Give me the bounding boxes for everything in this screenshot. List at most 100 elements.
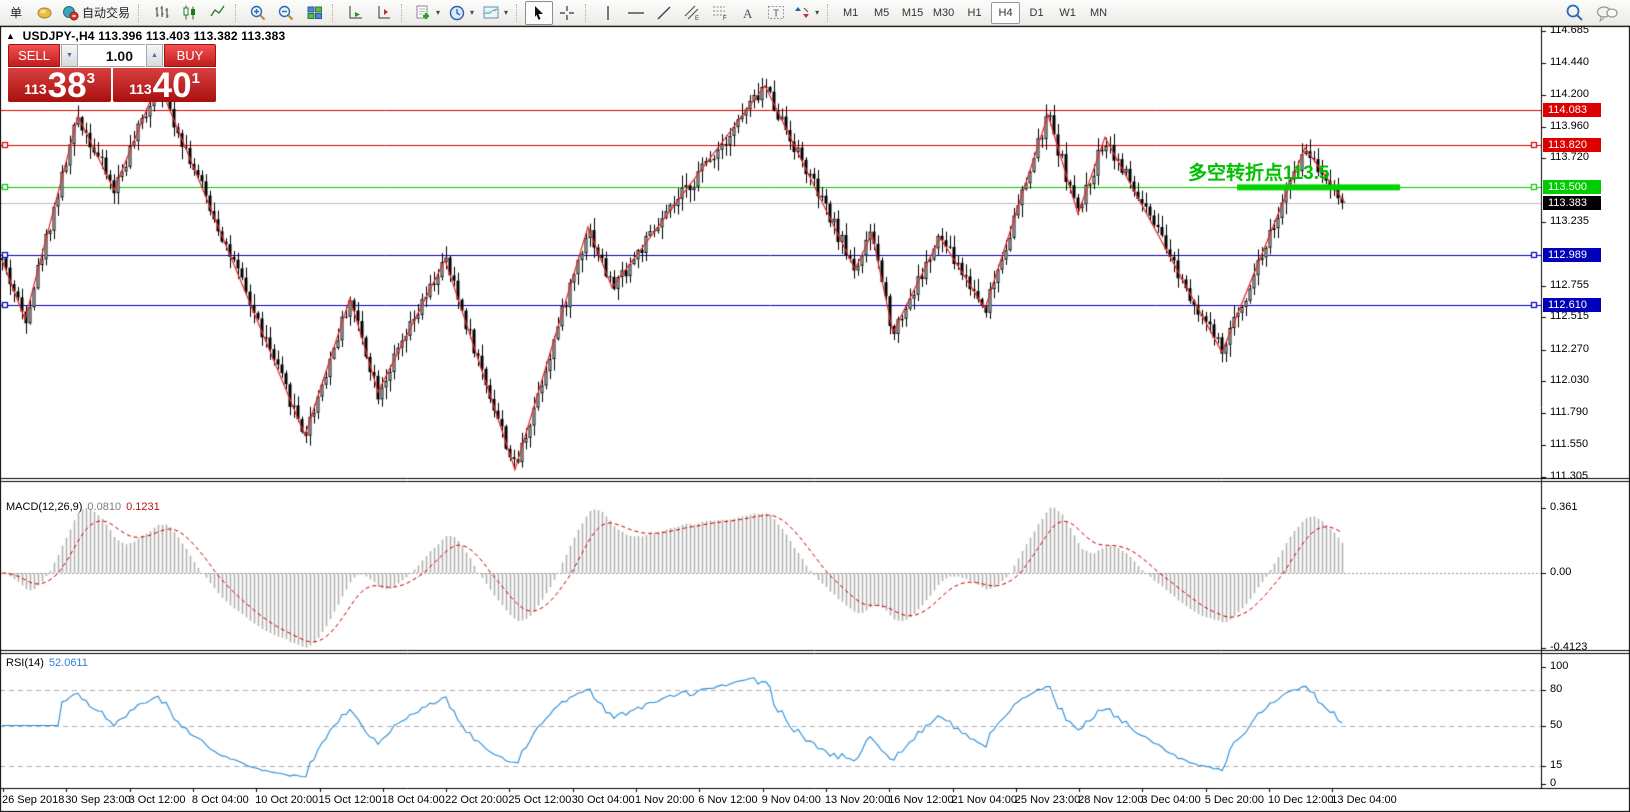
macd-hist-value: 0.0810 [87, 501, 121, 513]
svg-text:T: T [773, 9, 779, 20]
chart-annotation-text[interactable]: 多空转折点113.5 [1188, 158, 1330, 185]
svg-text:E: E [695, 16, 699, 21]
price-tick-label: 113.960 [1550, 120, 1589, 132]
new-order-button[interactable]: 单 [2, 1, 30, 25]
quote-high: 113.403 [146, 29, 190, 43]
fibonacci-tool-button[interactable]: F [706, 1, 734, 25]
time-tick-label: 9 Nov 04:00 [762, 794, 821, 806]
rsi-tick-label: 80 [1550, 683, 1562, 695]
indicators-button[interactable]: ▾ [410, 1, 444, 25]
candlestick-icon [181, 4, 198, 21]
price-tick-label: 112.755 [1550, 279, 1589, 291]
timeframe-button-h1[interactable]: H1 [960, 2, 989, 24]
timeframe-button-m30[interactable]: M30 [929, 2, 958, 24]
timeframe-button-m5[interactable]: M5 [867, 2, 896, 24]
time-tick-label: 18 Oct 04:00 [382, 794, 445, 806]
macd-tick-label: 0.00 [1550, 566, 1571, 578]
macd-signal-value: 0.1231 [126, 501, 160, 513]
buy-price-prefix: 113 [129, 81, 152, 97]
timeframe-toolbar: M1M5M15M30H1H4D1W1MN [836, 2, 1113, 24]
buy-price-big: 40 [153, 71, 192, 100]
time-tick-label: 3 Dec 04:00 [1141, 794, 1200, 806]
text-tool-button[interactable]: A [734, 1, 762, 25]
timeframe-button-m15[interactable]: M15 [898, 2, 927, 24]
buy-button[interactable]: BUY [164, 44, 216, 67]
toolbar-separator [138, 4, 143, 22]
rsi-tick-label: 0 [1550, 777, 1556, 789]
svg-text:F: F [723, 16, 727, 21]
time-tick-label: 25 Nov 23:00 [1015, 794, 1080, 806]
zoom-out-button[interactable] [272, 1, 300, 25]
time-tick-label: 15 Oct 12:00 [319, 794, 382, 806]
chart-shift-button[interactable] [369, 1, 397, 25]
toolbar-separator [235, 4, 240, 22]
metaquotes-icon[interactable] [30, 1, 58, 25]
timeframe-button-d1[interactable]: D1 [1022, 2, 1051, 24]
search-icon[interactable] [1565, 3, 1584, 22]
template-icon [482, 4, 500, 22]
bar-chart-icon [153, 4, 170, 21]
time-tick-label: 28 Nov 12:00 [1078, 794, 1143, 806]
price-tag-114.083[interactable]: 114.083 [1543, 103, 1601, 117]
zoom-in-icon [249, 4, 267, 22]
channel-tool-button[interactable]: E [678, 1, 706, 25]
sell-price-display[interactable]: 113 38 3 [8, 68, 111, 102]
volume-down-button[interactable]: ▼ [61, 44, 78, 67]
new-order-label: 单 [10, 4, 22, 21]
templates-button[interactable]: ▾ [478, 1, 512, 25]
bar-chart-button[interactable] [147, 1, 175, 25]
crosshair-icon [559, 5, 575, 21]
trendline-tool-button[interactable] [650, 1, 678, 25]
crosshair-tool-button[interactable] [553, 1, 581, 25]
time-tick-label: 10 Oct 20:00 [255, 794, 318, 806]
zoom-in-button[interactable] [244, 1, 272, 25]
autotrading-button[interactable]: 自动交易 [58, 1, 134, 25]
line-chart-button[interactable] [203, 1, 231, 25]
timeframe-button-w1[interactable]: W1 [1053, 2, 1082, 24]
sell-label: SELL [18, 48, 50, 63]
price-tick-label: 113.235 [1550, 215, 1589, 227]
equidistant-channel-icon: E [683, 4, 701, 21]
volume-up-button[interactable]: ▲ [146, 44, 163, 67]
timeframe-button-h4[interactable]: H4 [991, 2, 1020, 24]
chart-canvas[interactable] [0, 26, 1630, 812]
buy-price-display[interactable]: 113 40 1 [113, 68, 216, 102]
time-tick-label: 16 Nov 12:00 [888, 794, 953, 806]
price-tag-113.383: 113.383 [1543, 196, 1601, 210]
horizontal-line-icon [627, 5, 645, 21]
dropdown-arrow-icon: ▾ [470, 8, 474, 17]
timeframe-button-m1[interactable]: M1 [836, 2, 865, 24]
horizontal-line-tool-button[interactable] [622, 1, 650, 25]
price-tick-label: 111.550 [1550, 438, 1588, 450]
periods-button[interactable]: ▾ [444, 1, 478, 25]
sell-price-big: 38 [48, 71, 87, 100]
chat-icon[interactable] [1596, 4, 1618, 22]
rsi-value: 52.0611 [49, 657, 88, 669]
price-tag-112.610[interactable]: 112.610 [1543, 298, 1601, 312]
price-tag-112.989[interactable]: 112.989 [1543, 248, 1601, 262]
price-tick-label: 114.440 [1550, 56, 1589, 68]
auto-scroll-button[interactable] [341, 1, 369, 25]
one-click-trading-panel: SELL ▼ ▲ BUY 113 38 3 113 40 1 [8, 44, 216, 102]
cursor-tool-button[interactable] [525, 1, 553, 25]
volume-input[interactable] [79, 44, 145, 67]
vertical-line-tool-button[interactable] [594, 1, 622, 25]
timeframe-button-mn[interactable]: MN [1084, 2, 1113, 24]
text-label-icon: T [767, 4, 785, 21]
price-tag-113.500[interactable]: 113.500 [1543, 180, 1601, 194]
tile-windows-button[interactable] [300, 1, 328, 25]
rsi-tick-label: 15 [1550, 759, 1562, 771]
label-tool-button[interactable]: T [762, 1, 790, 25]
toolbar-separator [332, 4, 337, 22]
sell-button[interactable]: SELL [8, 44, 60, 67]
dropdown-arrow-icon: ▾ [436, 8, 440, 17]
time-tick-label: 8 Oct 04:00 [192, 794, 249, 806]
time-tick-label: 10 Dec 12:00 [1268, 794, 1333, 806]
candlestick-button[interactable] [175, 1, 203, 25]
time-tick-label: 26 Sep 2018 [2, 794, 64, 806]
add-indicator-icon [414, 4, 432, 22]
text-icon: A [740, 5, 756, 21]
price-tick-label: 113.720 [1550, 151, 1589, 163]
arrows-tool-button[interactable]: ▾ [790, 1, 823, 25]
price-tag-113.820[interactable]: 113.820 [1543, 138, 1601, 152]
